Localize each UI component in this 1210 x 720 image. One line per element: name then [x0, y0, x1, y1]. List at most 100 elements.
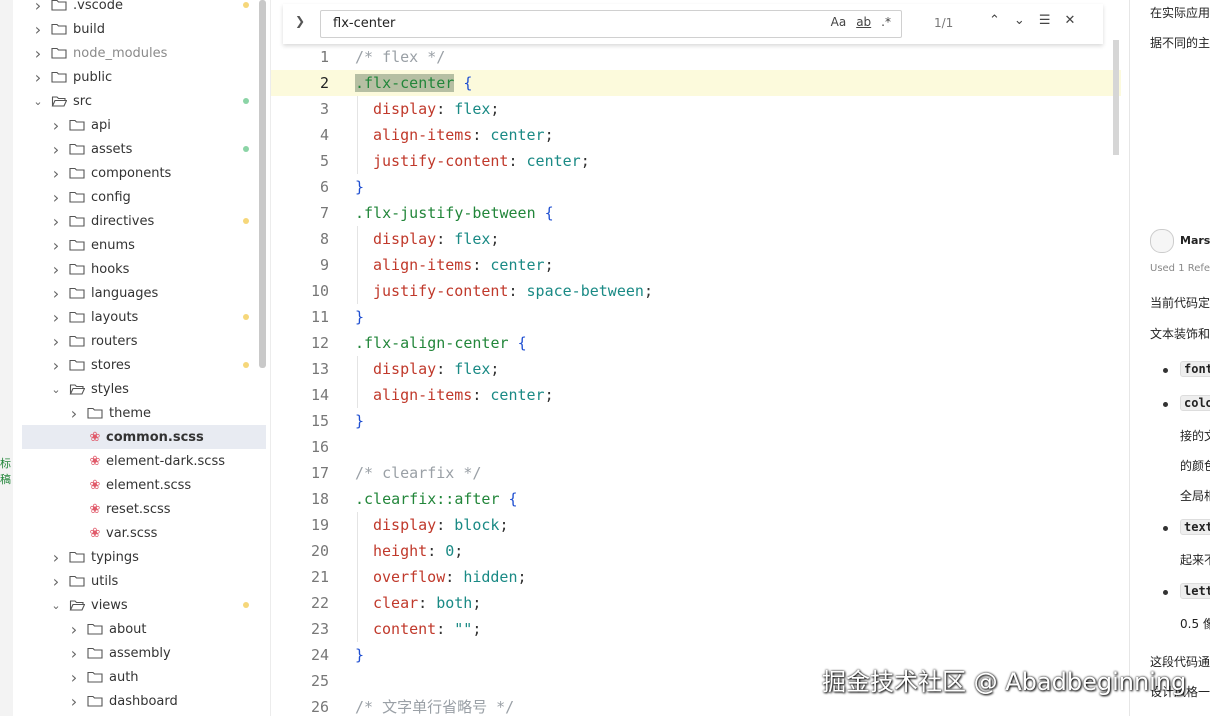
file-item[interactable]: ❀ element-dark.scss	[13, 449, 265, 473]
chevron-down-icon[interactable]: ⌄	[51, 383, 61, 396]
folder-item[interactable]: › hooks	[13, 257, 265, 281]
code-line[interactable]: 19 display: block;	[271, 512, 1121, 538]
folder-item[interactable]: › config	[13, 185, 265, 209]
code-line[interactable]: 14 align-items: center;	[271, 382, 1121, 408]
chevron-right-icon[interactable]: ›	[51, 332, 61, 351]
folder-item[interactable]: › stores	[13, 353, 265, 377]
arrow-up-icon[interactable]: ⌃	[989, 13, 1000, 28]
chevron-right-icon[interactable]: ›	[69, 404, 79, 423]
folder-item[interactable]: › assembly	[13, 641, 265, 665]
code-line[interactable]: 4 align-items: center;	[271, 122, 1121, 148]
code-line[interactable]: 18 .clearfix::after {	[271, 486, 1121, 512]
code-line[interactable]: 16	[271, 434, 1121, 460]
chevron-right-icon[interactable]: ›	[51, 164, 61, 183]
explorer-scrollbar[interactable]	[259, 0, 266, 368]
code-line[interactable]: 5 justify-content: center;	[271, 148, 1121, 174]
chevron-right-icon[interactable]: ›	[51, 308, 61, 327]
chevron-right-icon[interactable]: ›	[69, 668, 79, 687]
code-line[interactable]: 8 display: flex;	[271, 226, 1121, 252]
code-line[interactable]: 13 display: flex;	[271, 356, 1121, 382]
code-line[interactable]: 22 clear: both;	[271, 590, 1121, 616]
chevron-right-icon[interactable]: ›	[51, 116, 61, 135]
chevron-right-icon[interactable]: ›	[51, 236, 61, 255]
folder-item[interactable]: › public	[13, 65, 265, 89]
file-item[interactable]: ❀ reset.scss	[13, 497, 265, 521]
file-item[interactable]: ❀ common.scss	[22, 425, 266, 449]
folder-item[interactable]: › .vscode	[13, 0, 265, 17]
folder-item[interactable]: ⌄ styles	[13, 377, 265, 401]
regex-icon[interactable]: .*	[881, 15, 891, 29]
chevron-right-icon[interactable]: ›	[51, 140, 61, 159]
code-line[interactable]: 20 height: 0;	[271, 538, 1121, 564]
folder-item[interactable]: › components	[13, 161, 265, 185]
folder-item[interactable]: › auth	[13, 665, 265, 689]
code-line[interactable]: 21 overflow: hidden;	[271, 564, 1121, 590]
folder-item[interactable]: › layouts	[13, 305, 265, 329]
find-input[interactable]: flx-center Aa ab .*	[320, 10, 902, 38]
folder-item[interactable]: › build	[13, 17, 265, 41]
code-line[interactable]: 1 /* flex */	[271, 44, 1121, 70]
code-text: /* 文字单行省略号 */	[355, 694, 514, 720]
code-line[interactable]: 11}	[271, 304, 1121, 330]
chevron-right-icon[interactable]: ›	[51, 284, 61, 303]
code-line[interactable]: 3 display: flex;	[271, 96, 1121, 122]
folder-item[interactable]: › languages	[13, 281, 265, 305]
match-case-icon[interactable]: Aa	[831, 15, 847, 29]
folder-item[interactable]: › typings	[13, 545, 265, 569]
folder-item[interactable]: › routers	[13, 329, 265, 353]
sass-file-icon: ❀	[89, 453, 101, 469]
folder-icon	[69, 575, 85, 587]
chevron-right-icon[interactable]: ›	[69, 692, 79, 711]
code-text: height: 0;	[373, 538, 463, 564]
chevron-right-icon[interactable]: ›	[51, 548, 61, 567]
folder-item[interactable]: › node_modules	[13, 41, 265, 65]
chevron-right-icon[interactable]: ›	[51, 212, 61, 231]
folder-open-icon	[51, 96, 67, 107]
chevron-right-icon[interactable]: ›	[51, 188, 61, 207]
folder-item[interactable]: › theme	[13, 401, 265, 425]
chevron-right-icon[interactable]: ›	[51, 572, 61, 591]
folder-item[interactable]: ⌄ views	[13, 593, 265, 617]
folder-item[interactable]: › enums	[13, 233, 265, 257]
code-line[interactable]: 9 align-items: center;	[271, 252, 1121, 278]
code-line[interactable]: 10 justify-content: space-between;	[271, 278, 1121, 304]
code-line[interactable]: 23 content: "";	[271, 616, 1121, 642]
sass-file-icon: ❀	[89, 501, 101, 517]
chevron-right-icon[interactable]: ❯	[295, 14, 305, 28]
chevron-right-icon[interactable]: ›	[69, 644, 79, 663]
chevron-right-icon[interactable]: ›	[69, 620, 79, 639]
code-line[interactable]: 12 .flx-align-center {	[271, 330, 1121, 356]
chevron-right-icon[interactable]: ›	[33, 44, 43, 63]
code-line[interactable]: 7 .flx-justify-between {	[271, 200, 1121, 226]
chevron-right-icon[interactable]: ›	[33, 20, 43, 39]
chevron-down-icon[interactable]: ⌄	[33, 95, 43, 108]
folder-item[interactable]: › assets	[13, 137, 265, 161]
folder-item[interactable]: ⌄ src	[13, 89, 265, 113]
folder-item[interactable]: › api	[13, 113, 265, 137]
close-icon[interactable]: ✕	[1064, 13, 1075, 28]
file-item[interactable]: ❀ var.scss	[13, 521, 265, 545]
whole-word-icon[interactable]: ab	[856, 15, 871, 29]
chevron-right-icon[interactable]: ›	[51, 356, 61, 375]
chevron-right-icon[interactable]: ›	[51, 260, 61, 279]
chevron-right-icon[interactable]: ›	[33, 68, 43, 87]
references-used[interactable]: Used 1 Refer	[1150, 263, 1210, 274]
chevron-down-icon[interactable]: ⌄	[51, 599, 61, 612]
arrow-down-icon[interactable]: ⌄	[1014, 13, 1025, 28]
code-token: /* flex */	[355, 48, 446, 66]
folder-item[interactable]: › directives	[13, 209, 265, 233]
find-in-selection-icon[interactable]: ☰	[1039, 13, 1051, 28]
code-editor[interactable]: ❯ flx-center Aa ab .* 1/1 ⌃ ⌄ ☰ ✕ 1 /* fl…	[271, 0, 1121, 716]
file-item[interactable]: ❀ element.scss	[13, 473, 265, 497]
folder-item[interactable]: › utils	[13, 569, 265, 593]
code-line[interactable]: 26 /* 文字单行省略号 */	[271, 694, 1121, 720]
code-line[interactable]: 17 /* clearfix */	[271, 460, 1121, 486]
code-line[interactable]: 2 .flx-center {	[271, 70, 1121, 96]
code-line[interactable]: 15}	[271, 408, 1121, 434]
editor-scrollbar[interactable]	[1113, 40, 1119, 155]
folder-item[interactable]: › about	[13, 617, 265, 641]
indent-guide	[357, 590, 358, 616]
code-line[interactable]: 6}	[271, 174, 1121, 200]
chevron-right-icon[interactable]: ›	[33, 0, 43, 15]
folder-item[interactable]: › dashboard	[13, 689, 265, 713]
